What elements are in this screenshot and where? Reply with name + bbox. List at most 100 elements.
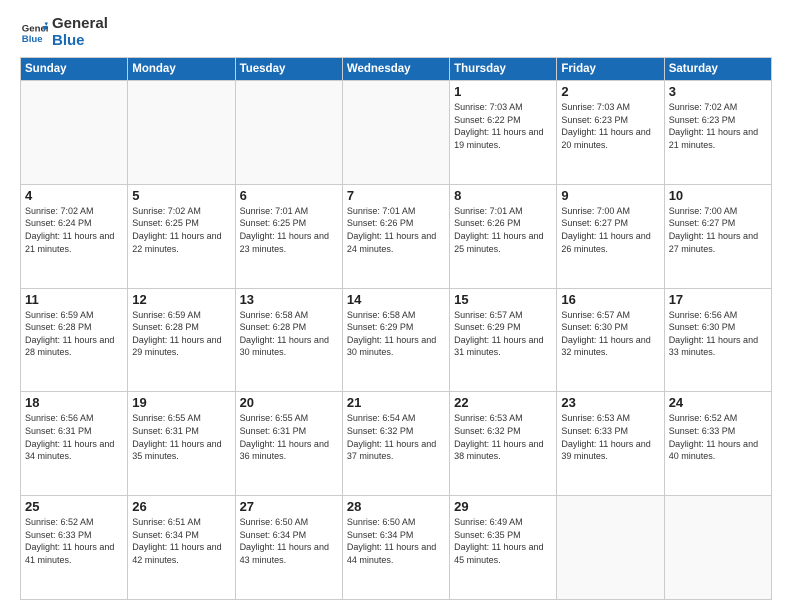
day-number: 3 — [669, 84, 767, 99]
day-detail: Sunrise: 6:53 AMSunset: 6:32 PMDaylight:… — [454, 412, 552, 462]
day-detail: Sunrise: 6:57 AMSunset: 6:30 PMDaylight:… — [561, 309, 659, 359]
calendar-week-5: 25Sunrise: 6:52 AMSunset: 6:33 PMDayligh… — [21, 496, 772, 600]
calendar-cell: 4 Sunrise: 7:02 AMSunset: 6:24 PMDaylight… — [21, 184, 128, 288]
calendar-cell: 19Sunrise: 6:55 AMSunset: 6:31 PMDayligh… — [128, 392, 235, 496]
calendar-cell: 15Sunrise: 6:57 AMSunset: 6:29 PMDayligh… — [450, 288, 557, 392]
day-number: 27 — [240, 499, 338, 514]
calendar-week-2: 4 Sunrise: 7:02 AMSunset: 6:24 PMDaylight… — [21, 184, 772, 288]
day-header-tuesday: Tuesday — [235, 58, 342, 81]
calendar-week-4: 18Sunrise: 6:56 AMSunset: 6:31 PMDayligh… — [21, 392, 772, 496]
calendar-cell: 5 Sunrise: 7:02 AMSunset: 6:25 PMDaylight… — [128, 184, 235, 288]
day-detail: Sunrise: 6:58 AMSunset: 6:29 PMDaylight:… — [347, 309, 445, 359]
calendar-cell: 10Sunrise: 7:00 AMSunset: 6:27 PMDayligh… — [664, 184, 771, 288]
day-detail: Sunrise: 7:02 AMSunset: 6:25 PMDaylight:… — [132, 205, 230, 255]
day-number: 2 — [561, 84, 659, 99]
day-number: 15 — [454, 292, 552, 307]
day-detail: Sunrise: 6:58 AMSunset: 6:28 PMDaylight:… — [240, 309, 338, 359]
day-number: 9 — [561, 188, 659, 203]
day-number: 5 — [132, 188, 230, 203]
day-detail: Sunrise: 7:03 AMSunset: 6:23 PMDaylight:… — [561, 101, 659, 151]
day-number: 23 — [561, 395, 659, 410]
day-detail: Sunrise: 6:52 AMSunset: 6:33 PMDaylight:… — [25, 516, 123, 566]
calendar-cell: 9 Sunrise: 7:00 AMSunset: 6:27 PMDaylight… — [557, 184, 664, 288]
calendar-cell — [235, 81, 342, 185]
day-number: 8 — [454, 188, 552, 203]
day-number: 12 — [132, 292, 230, 307]
page: General Blue General Blue SundayMondayTu… — [0, 0, 792, 612]
calendar-header-row: SundayMondayTuesdayWednesdayThursdayFrid… — [21, 58, 772, 81]
day-detail: Sunrise: 6:55 AMSunset: 6:31 PMDaylight:… — [132, 412, 230, 462]
day-detail: Sunrise: 6:52 AMSunset: 6:33 PMDaylight:… — [669, 412, 767, 462]
calendar-cell: 3 Sunrise: 7:02 AMSunset: 6:23 PMDaylight… — [664, 81, 771, 185]
day-detail: Sunrise: 6:59 AMSunset: 6:28 PMDaylight:… — [25, 309, 123, 359]
day-number: 11 — [25, 292, 123, 307]
day-number: 13 — [240, 292, 338, 307]
logo-general: General — [52, 16, 108, 33]
calendar-cell: 11 Sunrise: 6:59 AMSunset: 6:28 PMDayligh… — [21, 288, 128, 392]
logo-blue: Blue — [52, 33, 108, 50]
calendar-cell — [21, 81, 128, 185]
calendar-cell: 29Sunrise: 6:49 AMSunset: 6:35 PMDayligh… — [450, 496, 557, 600]
day-number: 4 — [25, 188, 123, 203]
calendar-cell: 6 Sunrise: 7:01 AMSunset: 6:25 PMDaylight… — [235, 184, 342, 288]
calendar-cell: 12 Sunrise: 6:59 AMSunset: 6:28 PMDayligh… — [128, 288, 235, 392]
day-number: 17 — [669, 292, 767, 307]
day-detail: Sunrise: 7:03 AMSunset: 6:22 PMDaylight:… — [454, 101, 552, 151]
calendar-cell: 26 Sunrise: 6:51 AMSunset: 6:34 PMDayligh… — [128, 496, 235, 600]
day-number: 7 — [347, 188, 445, 203]
day-number: 20 — [240, 395, 338, 410]
calendar-cell — [342, 81, 449, 185]
day-header-thursday: Thursday — [450, 58, 557, 81]
day-detail: Sunrise: 6:54 AMSunset: 6:32 PMDaylight:… — [347, 412, 445, 462]
day-number: 6 — [240, 188, 338, 203]
calendar-cell: 21 Sunrise: 6:54 AMSunset: 6:32 PMDayligh… — [342, 392, 449, 496]
day-detail: Sunrise: 6:56 AMSunset: 6:30 PMDaylight:… — [669, 309, 767, 359]
day-detail: Sunrise: 7:02 AMSunset: 6:24 PMDaylight:… — [25, 205, 123, 255]
calendar-week-1: 1 Sunrise: 7:03 AMSunset: 6:22 PMDaylight… — [21, 81, 772, 185]
day-number: 21 — [347, 395, 445, 410]
calendar-cell: 8Sunrise: 7:01 AMSunset: 6:26 PMDaylight… — [450, 184, 557, 288]
calendar-cell: 13 Sunrise: 6:58 AMSunset: 6:28 PMDayligh… — [235, 288, 342, 392]
day-detail: Sunrise: 7:01 AMSunset: 6:26 PMDaylight:… — [347, 205, 445, 255]
calendar-body: 1 Sunrise: 7:03 AMSunset: 6:22 PMDaylight… — [21, 81, 772, 600]
day-number: 26 — [132, 499, 230, 514]
day-detail: Sunrise: 7:00 AMSunset: 6:27 PMDaylight:… — [561, 205, 659, 255]
day-detail: Sunrise: 6:55 AMSunset: 6:31 PMDaylight:… — [240, 412, 338, 462]
day-number: 1 — [454, 84, 552, 99]
calendar-cell — [128, 81, 235, 185]
day-number: 10 — [669, 188, 767, 203]
day-header-friday: Friday — [557, 58, 664, 81]
calendar: SundayMondayTuesdayWednesdayThursdayFrid… — [20, 57, 772, 600]
day-number: 22 — [454, 395, 552, 410]
day-detail: Sunrise: 7:02 AMSunset: 6:23 PMDaylight:… — [669, 101, 767, 151]
day-detail: Sunrise: 6:50 AMSunset: 6:34 PMDaylight:… — [240, 516, 338, 566]
day-detail: Sunrise: 6:51 AMSunset: 6:34 PMDaylight:… — [132, 516, 230, 566]
day-number: 28 — [347, 499, 445, 514]
calendar-cell: 27 Sunrise: 6:50 AMSunset: 6:34 PMDayligh… — [235, 496, 342, 600]
day-header-monday: Monday — [128, 58, 235, 81]
day-detail: Sunrise: 6:59 AMSunset: 6:28 PMDaylight:… — [132, 309, 230, 359]
calendar-cell: 20 Sunrise: 6:55 AMSunset: 6:31 PMDayligh… — [235, 392, 342, 496]
day-number: 16 — [561, 292, 659, 307]
day-detail: Sunrise: 6:53 AMSunset: 6:33 PMDaylight:… — [561, 412, 659, 462]
calendar-cell: 22 Sunrise: 6:53 AMSunset: 6:32 PMDayligh… — [450, 392, 557, 496]
day-detail: Sunrise: 7:01 AMSunset: 6:25 PMDaylight:… — [240, 205, 338, 255]
logo-icon: General Blue — [20, 19, 48, 47]
day-header-saturday: Saturday — [664, 58, 771, 81]
calendar-cell: 16 Sunrise: 6:57 AMSunset: 6:30 PMDayligh… — [557, 288, 664, 392]
calendar-cell: 17 Sunrise: 6:56 AMSunset: 6:30 PMDayligh… — [664, 288, 771, 392]
calendar-cell: 7 Sunrise: 7:01 AMSunset: 6:26 PMDaylight… — [342, 184, 449, 288]
calendar-cell: 23 Sunrise: 6:53 AMSunset: 6:33 PMDayligh… — [557, 392, 664, 496]
calendar-cell: 1 Sunrise: 7:03 AMSunset: 6:22 PMDaylight… — [450, 81, 557, 185]
day-detail: Sunrise: 6:50 AMSunset: 6:34 PMDaylight:… — [347, 516, 445, 566]
day-number: 29 — [454, 499, 552, 514]
calendar-cell: 18Sunrise: 6:56 AMSunset: 6:31 PMDayligh… — [21, 392, 128, 496]
calendar-cell: 2 Sunrise: 7:03 AMSunset: 6:23 PMDaylight… — [557, 81, 664, 185]
svg-text:Blue: Blue — [22, 33, 43, 44]
day-header-sunday: Sunday — [21, 58, 128, 81]
calendar-cell: 24Sunrise: 6:52 AMSunset: 6:33 PMDayligh… — [664, 392, 771, 496]
calendar-cell: 25Sunrise: 6:52 AMSunset: 6:33 PMDayligh… — [21, 496, 128, 600]
calendar-cell — [664, 496, 771, 600]
logo: General Blue General Blue — [20, 16, 108, 49]
day-detail: Sunrise: 6:56 AMSunset: 6:31 PMDaylight:… — [25, 412, 123, 462]
